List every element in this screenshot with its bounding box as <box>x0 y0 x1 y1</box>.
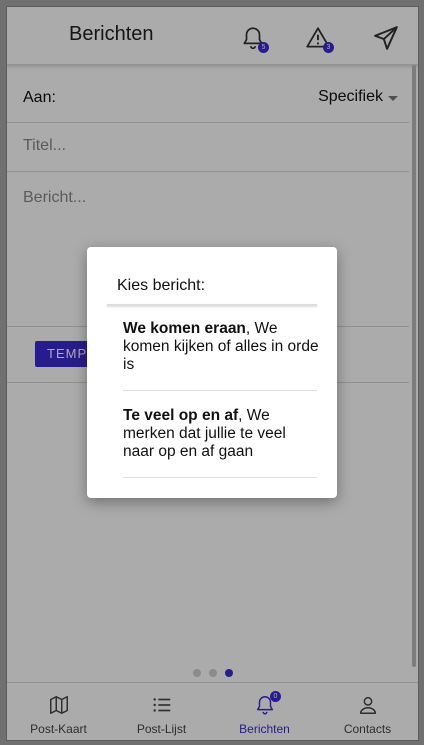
dialog-title: Kies bericht: <box>117 277 206 294</box>
option-title: We komen eraan <box>123 320 246 337</box>
choose-message-dialog: Kies bericht: We komen eraan, We komen k… <box>87 247 337 498</box>
message-option[interactable]: Te veel op en af, We merken dat jullie t… <box>123 407 319 461</box>
option-divider <box>123 477 317 478</box>
dialog-divider <box>107 304 317 306</box>
message-option[interactable]: We komen eraan, We komen kijken of alles… <box>123 320 319 374</box>
option-divider <box>123 390 317 391</box>
option-title: Te veel op en af <box>123 407 239 424</box>
